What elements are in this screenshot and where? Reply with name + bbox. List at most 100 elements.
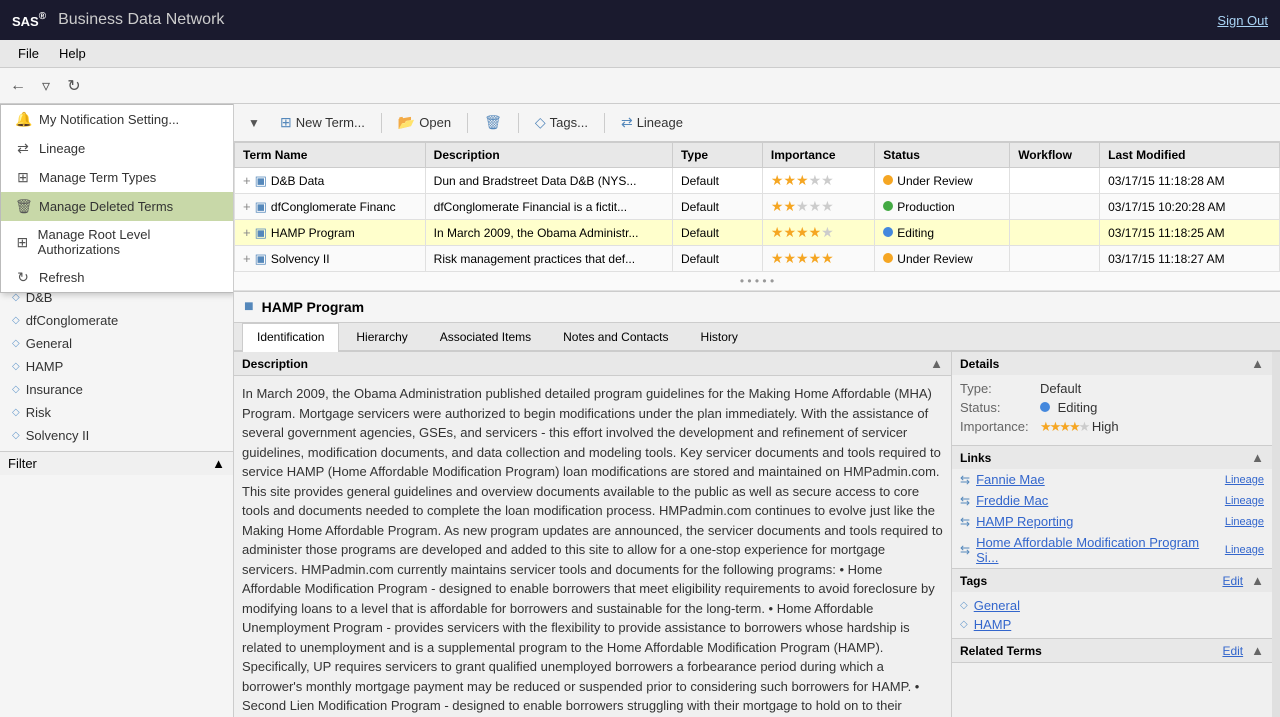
- diamond-icon: ◇: [12, 361, 20, 372]
- description-title: Description: [242, 357, 308, 371]
- tags-button[interactable]: ◇ Tags...: [525, 110, 598, 135]
- new-term-button[interactable]: ⊞ New Term...: [270, 110, 375, 135]
- tags-body: ◇ General ◇ HAMP: [952, 592, 1272, 638]
- status-dot: [883, 227, 893, 237]
- col-workflow[interactable]: Workflow: [1010, 143, 1100, 168]
- diamond-icon: ◇: [12, 407, 20, 418]
- tag-diamond-icon: ◇: [960, 600, 968, 611]
- dropdown-manage-root-auth[interactable]: ⊞ Manage Root Level Authorizations: [1, 221, 233, 263]
- menu-bar: File Help: [0, 40, 1280, 68]
- toolbar-separator-1: [381, 113, 382, 133]
- tab-history[interactable]: History: [686, 323, 753, 350]
- expand-btn[interactable]: +: [243, 173, 251, 188]
- sign-out-link[interactable]: Sign Out: [1217, 13, 1268, 28]
- main-layout: 🔔 My Notification Setting... ⇄ Lineage ⊞…: [0, 104, 1280, 717]
- details-section-title: Details: [960, 357, 999, 371]
- tag-name[interactable]: General: [974, 598, 1020, 613]
- refresh-menu-icon: ↻: [15, 269, 31, 286]
- dropdown-lineage[interactable]: ⇄ Lineage: [1, 134, 233, 163]
- tag-name[interactable]: HAMP: [974, 617, 1012, 632]
- details-panel: Details ▲ Type: Default Status:: [952, 352, 1272, 717]
- status-dot-editing: [1040, 402, 1050, 412]
- tags-edit-link[interactable]: Edit: [1222, 574, 1243, 588]
- related-terms-collapse-btn[interactable]: ▲: [1251, 643, 1264, 658]
- dropdown-manage-term-types[interactable]: ⊞ Manage Term Types: [1, 163, 233, 192]
- expand-btn[interactable]: +: [243, 225, 251, 240]
- links-section-header: Links ▲: [952, 446, 1272, 469]
- link-lineage[interactable]: Lineage: [1225, 495, 1264, 507]
- sidebar-item-dfconglomerate[interactable]: ◇ dfConglomerate: [0, 309, 233, 332]
- sas-logo: SAS®: [12, 10, 46, 31]
- tags-icon: ◇: [535, 114, 546, 131]
- status-label: Status:: [960, 400, 1040, 415]
- tab-notes-contacts[interactable]: Notes and Contacts: [548, 323, 683, 350]
- row-icon: ▣: [255, 173, 267, 188]
- related-terms-section: Related Terms Edit ▲: [952, 639, 1272, 663]
- details-body: Type: Default Status: Editing: [952, 375, 1272, 445]
- delete-icon: 🗑: [484, 114, 502, 131]
- col-description[interactable]: Description: [425, 143, 672, 168]
- table-row[interactable]: +▣HAMP ProgramIn March 2009, the Obama A…: [235, 220, 1280, 246]
- diamond-icon: ◇: [12, 338, 20, 349]
- filter-icon-button[interactable]: ▼: [242, 111, 266, 135]
- diamond-icon: ◇: [12, 430, 20, 441]
- type-label: Type:: [960, 381, 1040, 396]
- right-scrollbar[interactable]: [1272, 352, 1280, 717]
- tag-row: ◇ General: [960, 596, 1264, 615]
- link-name[interactable]: HAMP Reporting: [976, 514, 1073, 529]
- filter-label: Filter: [8, 456, 37, 471]
- tab-associated-items[interactable]: Associated Items: [425, 323, 546, 350]
- toolbar-separator-2: [467, 113, 468, 133]
- sidebar-tree: ◇ D&B ◇ dfConglomerate ◇ General ◇ HAMP …: [0, 282, 233, 451]
- refresh-button[interactable]: ↻: [62, 74, 86, 98]
- row-icon: ▣: [255, 225, 267, 240]
- col-last-modified[interactable]: Last Modified: [1100, 143, 1280, 168]
- filter-expand-icon[interactable]: ▲: [212, 456, 225, 471]
- diamond-icon: ◇: [12, 315, 20, 326]
- dropdown-refresh[interactable]: ↻ Refresh: [1, 263, 233, 292]
- link-name[interactable]: Fannie Mae: [976, 472, 1045, 487]
- nav-back-button[interactable]: ←: [6, 74, 30, 98]
- sidebar-item-solvency-ii[interactable]: ◇ Solvency II: [0, 424, 233, 447]
- sidebar-item-risk[interactable]: ◇ Risk: [0, 401, 233, 424]
- links-collapse-btn[interactable]: ▲: [1251, 450, 1264, 465]
- menu-file[interactable]: File: [8, 42, 49, 65]
- delete-button[interactable]: 🗑: [474, 110, 512, 135]
- dropdown-notifications[interactable]: 🔔 My Notification Setting...: [1, 105, 233, 134]
- row-icon: ▣: [255, 251, 267, 266]
- table-row[interactable]: +▣dfConglomerate FinancdfConglomerate Fi…: [235, 194, 1280, 220]
- description-collapse-btn[interactable]: ▲: [930, 356, 943, 371]
- tab-identification[interactable]: Identification: [242, 323, 339, 352]
- link-name[interactable]: Home Affordable Modification Program Si.…: [976, 535, 1225, 565]
- col-status[interactable]: Status: [875, 143, 1010, 168]
- related-terms-edit-link[interactable]: Edit: [1222, 644, 1243, 658]
- link-lineage[interactable]: Lineage: [1225, 474, 1264, 486]
- menu-help[interactable]: Help: [49, 42, 96, 65]
- sidebar-item-hamp[interactable]: ◇ HAMP: [0, 355, 233, 378]
- status-dot: [883, 201, 893, 211]
- tab-hierarchy[interactable]: Hierarchy: [341, 323, 422, 350]
- link-lineage[interactable]: Lineage: [1225, 516, 1264, 528]
- tags-collapse-btn[interactable]: ▲: [1251, 573, 1264, 588]
- lineage-button[interactable]: ⇄ Lineage: [611, 110, 693, 135]
- col-term-name[interactable]: Term Name: [235, 143, 426, 168]
- link-lineage[interactable]: Lineage: [1225, 544, 1264, 556]
- filter-button[interactable]: ▿: [34, 74, 58, 98]
- expand-btn[interactable]: +: [243, 199, 251, 214]
- col-importance[interactable]: Importance: [762, 143, 874, 168]
- table-row[interactable]: +▣D&B DataDun and Bradstreet Data D&B (N…: [235, 168, 1280, 194]
- dropdown-manage-deleted-terms[interactable]: 🗑 Manage Deleted Terms: [1, 192, 233, 221]
- term-types-icon: ⊞: [15, 169, 31, 186]
- open-button[interactable]: 📂 Open: [388, 110, 461, 135]
- table-row[interactable]: +▣Solvency IIRisk management practices t…: [235, 246, 1280, 272]
- link-name[interactable]: Freddie Mac: [976, 493, 1048, 508]
- col-type[interactable]: Type: [672, 143, 762, 168]
- links-title: Links: [960, 451, 991, 465]
- sidebar-item-insurance[interactable]: ◇ Insurance: [0, 378, 233, 401]
- details-collapse-btn[interactable]: ▲: [1251, 356, 1264, 371]
- sidebar-item-general[interactable]: ◇ General: [0, 332, 233, 355]
- expand-btn[interactable]: +: [243, 251, 251, 266]
- tag-diamond-icon: ◇: [960, 619, 968, 630]
- importance-stars: ★★★★★: [1040, 419, 1088, 434]
- link-chain-icon: ⇆: [960, 494, 970, 508]
